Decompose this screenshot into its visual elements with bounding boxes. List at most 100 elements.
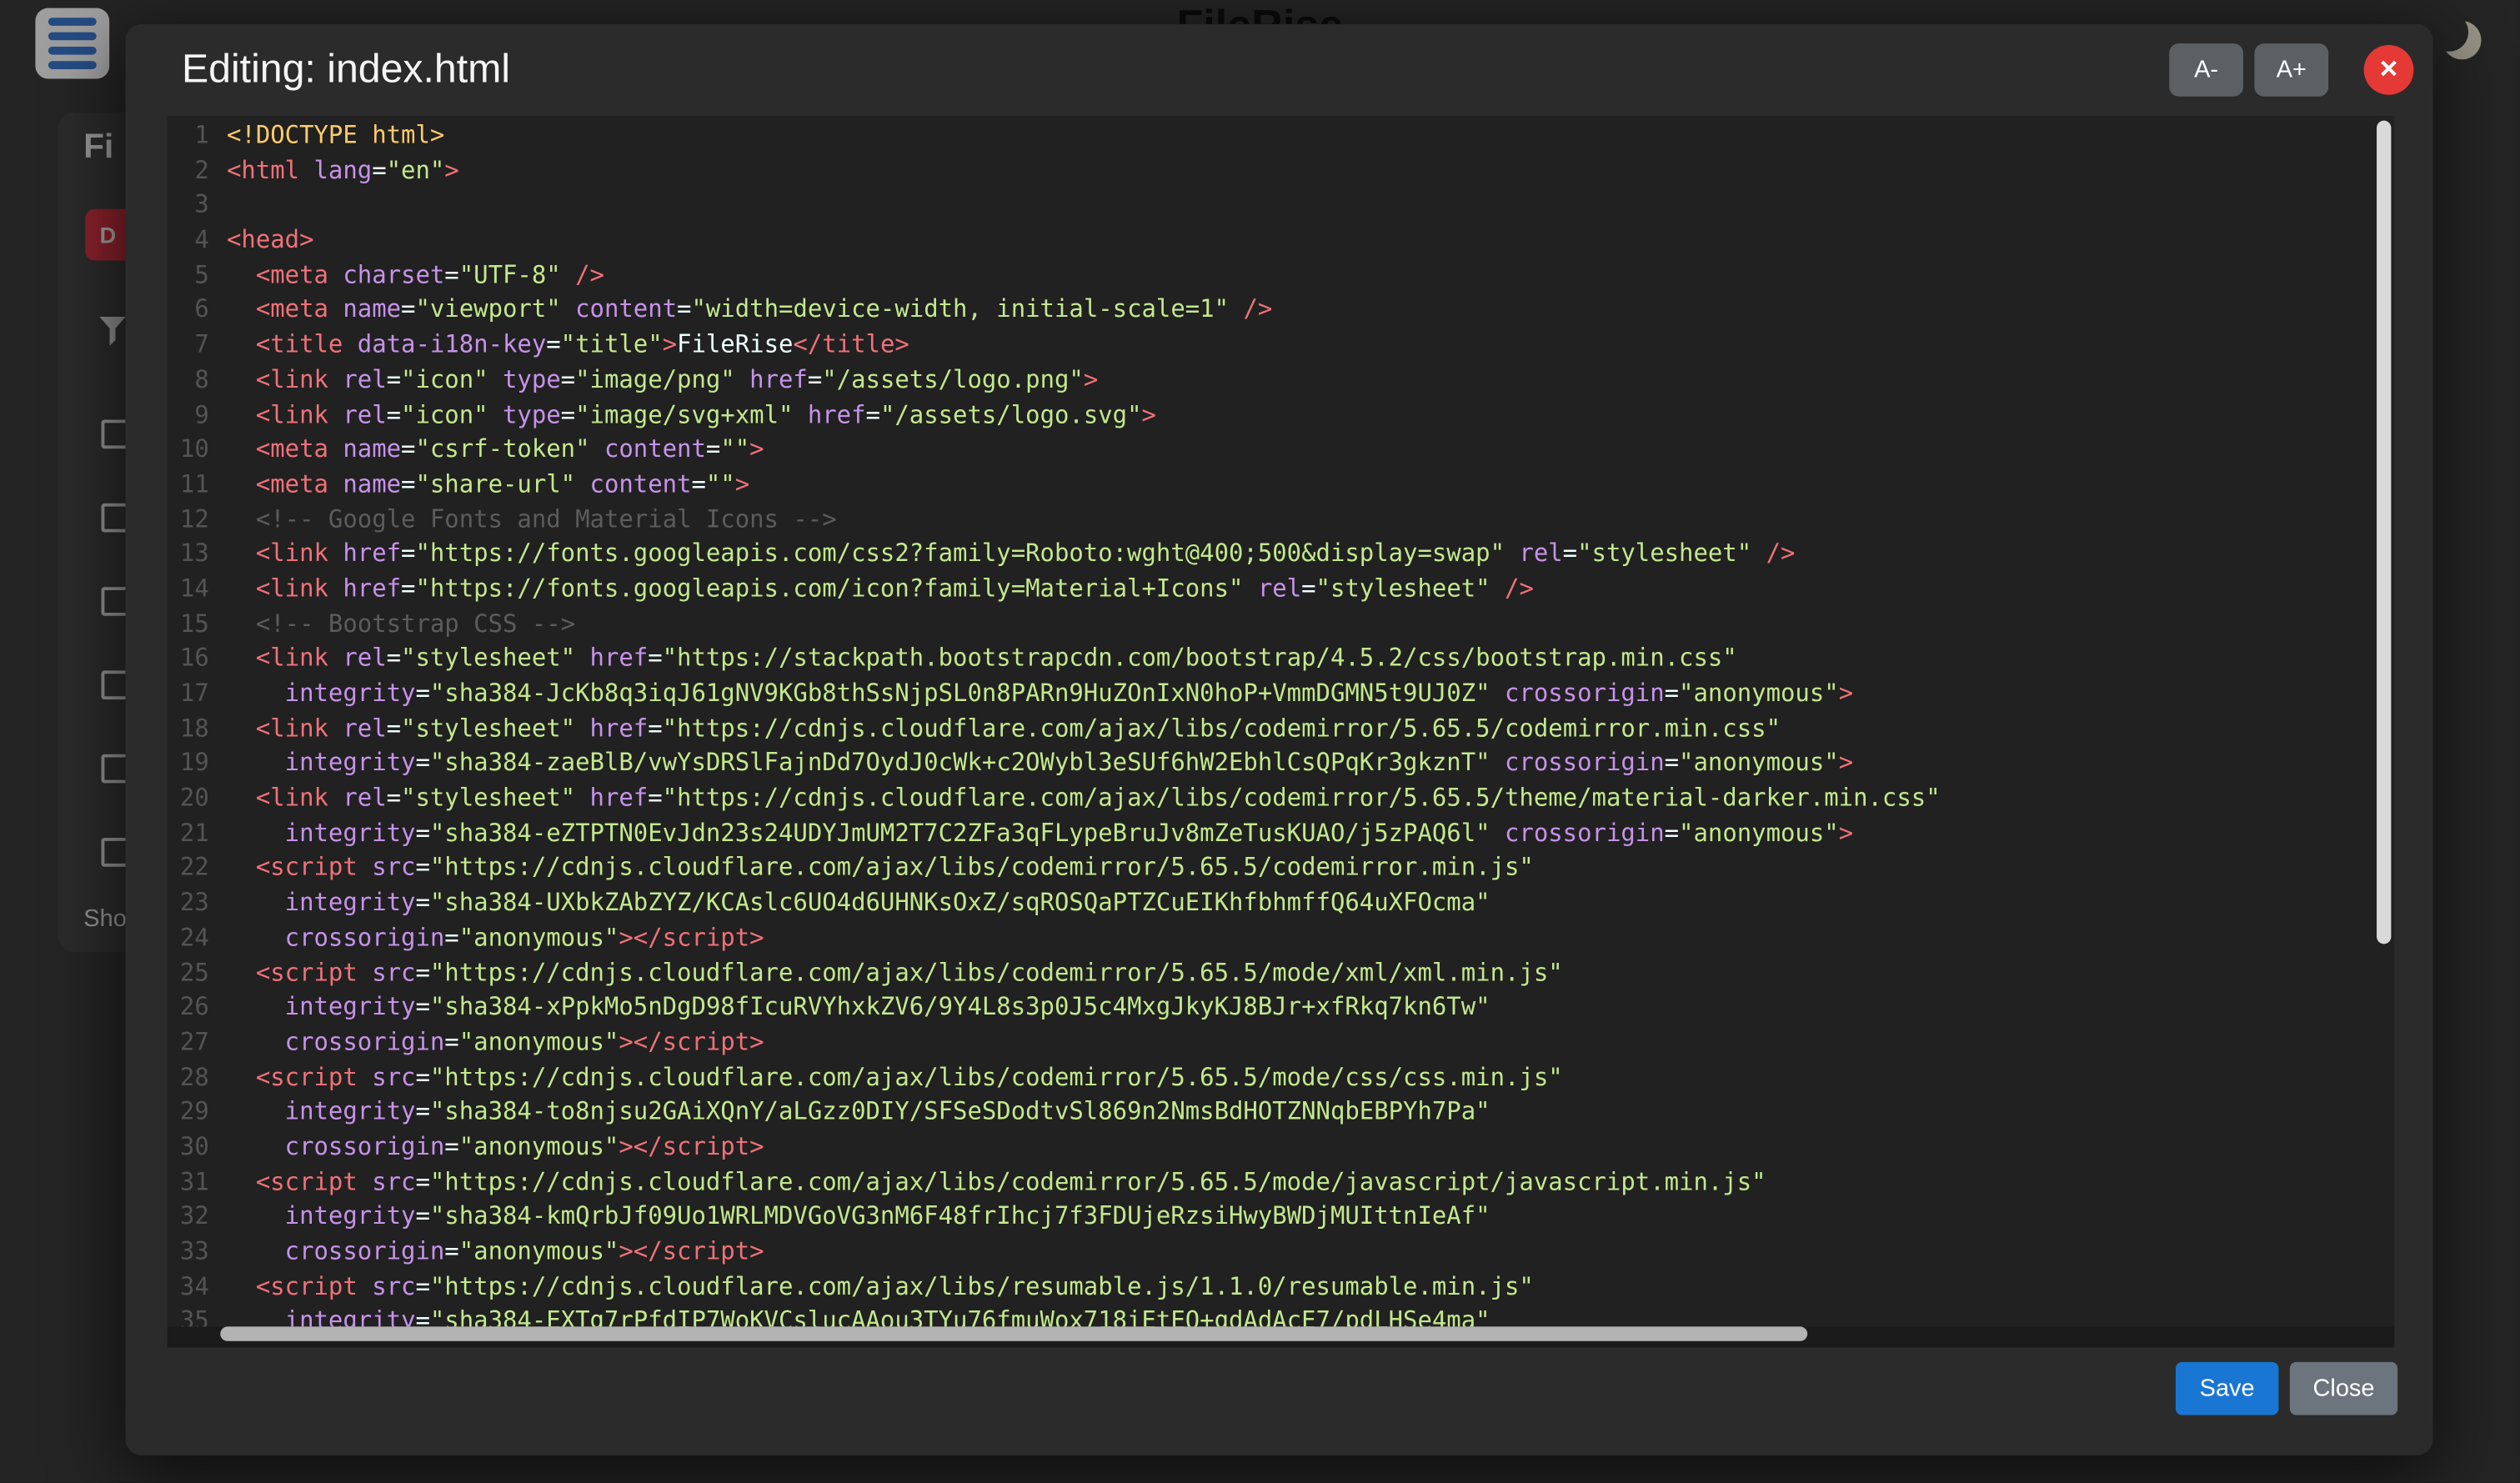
code-line[interactable]: 3 xyxy=(168,188,2395,223)
line-number: 19 xyxy=(168,747,209,782)
code-token: crossorigin xyxy=(285,1132,445,1161)
code-token: charset xyxy=(343,260,444,289)
code-token: <title xyxy=(256,330,358,359)
line-number: 9 xyxy=(168,398,209,433)
code-line[interactable]: 21 integrity="sha384-eZTPTN0EvJdn23s24UD… xyxy=(168,816,2395,851)
code-line[interactable]: 15 <!-- Bootstrap CSS --> xyxy=(168,607,2395,642)
code-token xyxy=(1505,539,1519,569)
code-line[interactable]: 25 <script src="https://cdnjs.cloudflare… xyxy=(168,956,2395,991)
code-line[interactable]: 19 integrity="sha384-zaeBlB/vwYsDRSlFajn… xyxy=(168,747,2395,782)
code-token xyxy=(227,399,256,428)
code-token xyxy=(227,1132,285,1161)
code-token: = xyxy=(401,574,415,604)
code-line[interactable]: 4<head> xyxy=(168,223,2395,258)
font-size-increase-button[interactable]: A+ xyxy=(2254,43,2328,97)
code-line[interactable]: 20 <link rel="stylesheet" href="https://… xyxy=(168,782,2395,817)
code-token: "stylesheet" xyxy=(1577,539,1751,569)
code-token: content xyxy=(604,434,706,463)
code-token xyxy=(1490,749,1505,778)
code-token: "https://cdnjs.cloudflare.com/ajax/libs/… xyxy=(430,958,1563,987)
code-token: = xyxy=(691,469,705,499)
code-token: "anonymous" xyxy=(1679,679,1839,708)
code-editor[interactable]: 1<!DOCTYPE html>2<html lang="en">34<head… xyxy=(168,116,2395,1348)
line-number: 27 xyxy=(168,1025,209,1060)
code-token: src xyxy=(372,853,415,882)
code-line[interactable]: 30 crossorigin="anonymous"></script> xyxy=(168,1130,2395,1165)
code-line[interactable]: 35 integrity="sha384-EXTg7rPfdIP7WoKVCsl… xyxy=(168,1305,2395,1326)
code-line[interactable]: 5 <meta charset="UTF-8" /> xyxy=(168,258,2395,293)
code-token: "sha384-kmQrbJf09Uo1WRLMDVGoVG3nM6F48frI… xyxy=(430,1202,1490,1231)
code-line[interactable]: 11 <meta name="share-url" content=""> xyxy=(168,468,2395,503)
code-line[interactable]: 22 <script src="https://cdnjs.cloudflare… xyxy=(168,851,2395,886)
code-token: "" xyxy=(720,434,749,463)
line-number: 10 xyxy=(168,433,209,468)
code-line[interactable]: 28 <script src="https://cdnjs.cloudflare… xyxy=(168,1060,2395,1095)
line-number: 18 xyxy=(168,712,209,747)
code-token: = xyxy=(706,434,720,463)
font-size-decrease-button[interactable]: A- xyxy=(2169,43,2243,97)
code-token: "sha384-to8njsu2GAiXQnY/aLGzz0DIY/SFSeSD… xyxy=(430,1097,1490,1126)
code-line[interactable]: 17 integrity="sha384-JcKb8q3iqJ61gNV9KGb… xyxy=(168,677,2395,712)
code-token xyxy=(1751,539,1766,569)
code-token xyxy=(227,958,256,987)
code-token: "https://cdnjs.cloudflare.com/ajax/libs/… xyxy=(430,1271,1534,1300)
code-token: <meta xyxy=(256,469,343,499)
code-token: src xyxy=(372,1167,415,1196)
code-token: = xyxy=(415,993,429,1022)
code-token: integrity xyxy=(285,1306,416,1326)
code-line[interactable]: 6 <meta name="viewport" content="width=d… xyxy=(168,293,2395,328)
code-token: rel xyxy=(343,784,386,813)
code-token: "https://fonts.googleapis.com/icon?famil… xyxy=(415,574,1243,604)
close-button[interactable]: Close xyxy=(2290,1362,2397,1415)
code-line[interactable]: 29 integrity="sha384-to8njsu2GAiXQnY/aLG… xyxy=(168,1095,2395,1130)
code-token: <link xyxy=(256,574,343,604)
horizontal-scrollbar-thumb[interactable] xyxy=(220,1326,1807,1340)
save-button[interactable]: Save xyxy=(2176,1362,2278,1415)
code-token xyxy=(227,714,256,743)
line-number: 14 xyxy=(168,573,209,608)
code-line[interactable]: 31 <script src="https://cdnjs.cloudflare… xyxy=(168,1165,2395,1200)
code-line[interactable]: 23 integrity="sha384-UXbkZAbZYZ/KCAslc6U… xyxy=(168,886,2395,921)
code-token: = xyxy=(444,1132,458,1161)
code-token: name xyxy=(343,434,401,463)
code-line[interactable]: 9 <link rel="icon" type="image/svg+xml" … xyxy=(168,398,2395,433)
code-line[interactable]: 32 integrity="sha384-kmQrbJf09Uo1WRLMDVG… xyxy=(168,1200,2395,1235)
code-token xyxy=(575,714,589,743)
code-token: rel xyxy=(1258,574,1301,604)
code-token: <html xyxy=(227,156,314,185)
code-token: "icon" xyxy=(401,365,488,394)
code-token: = xyxy=(415,1271,429,1300)
code-line[interactable]: 18 <link rel="stylesheet" href="https://… xyxy=(168,712,2395,747)
code-line[interactable]: 33 crossorigin="anonymous"></script> xyxy=(168,1235,2395,1270)
code-token: <head> xyxy=(227,225,314,254)
code-token: "sha384-UXbkZAbZYZ/KCAslc6UO4d6UHNKsOxZ/… xyxy=(430,888,1490,917)
code-token: rel xyxy=(343,365,386,394)
code-line[interactable]: 14 <link href="https://fonts.googleapis.… xyxy=(168,573,2395,608)
code-token: = xyxy=(444,260,458,289)
code-line[interactable]: 8 <link rel="icon" type="image/png" href… xyxy=(168,363,2395,398)
code-line[interactable]: 7 <title data-i18n-key="title">FileRise<… xyxy=(168,328,2395,363)
code-line[interactable]: 2<html lang="en"> xyxy=(168,154,2395,189)
code-token: = xyxy=(866,399,880,428)
code-token xyxy=(1229,295,1243,324)
code-token xyxy=(227,784,256,813)
code-line[interactable]: 27 crossorigin="anonymous"></script> xyxy=(168,1025,2395,1060)
code-line[interactable]: 1<!DOCTYPE html> xyxy=(168,119,2395,154)
code-token: <link xyxy=(256,714,343,743)
code-line[interactable]: 10 <meta name="csrf-token" content=""> xyxy=(168,433,2395,468)
screen: FileRise Fi D Sho Editing: index.html A-… xyxy=(0,0,2520,1483)
code-token: lang xyxy=(314,156,373,185)
code-line[interactable]: 16 <link rel="stylesheet" href="https://… xyxy=(168,642,2395,677)
code-line[interactable]: 26 integrity="sha384-xPpkMo5nDgD98fIcuRV… xyxy=(168,991,2395,1026)
code-token xyxy=(227,1097,285,1126)
code-token: > xyxy=(1839,679,1853,708)
code-line[interactable]: 12 <!-- Google Fonts and Material Icons … xyxy=(168,503,2395,538)
code-line[interactable]: 34 <script src="https://cdnjs.cloudflare… xyxy=(168,1270,2395,1305)
code-line[interactable]: 13 <link href="https://fonts.googleapis.… xyxy=(168,538,2395,573)
line-number: 34 xyxy=(168,1270,209,1305)
vertical-scrollbar-thumb[interactable] xyxy=(2377,121,2391,944)
code-token: "anonymous" xyxy=(459,1132,619,1161)
code-area[interactable]: 1<!DOCTYPE html>2<html lang="en">34<head… xyxy=(168,116,2395,1327)
close-modal-button[interactable]: ✕ xyxy=(2364,45,2414,95)
code-line[interactable]: 24 crossorigin="anonymous"></script> xyxy=(168,921,2395,956)
